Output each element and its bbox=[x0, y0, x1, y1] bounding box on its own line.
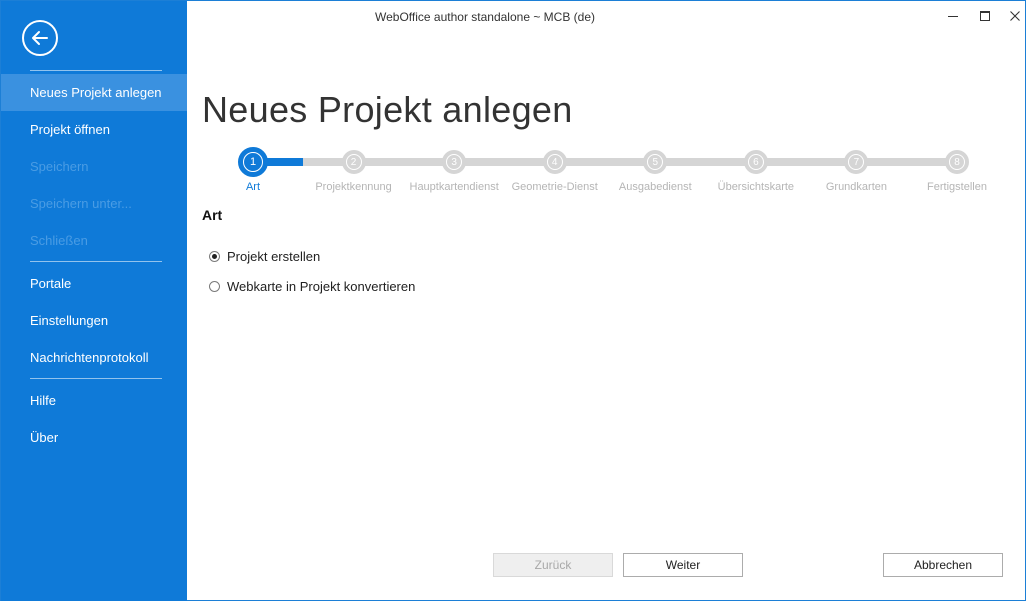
radio-button[interactable] bbox=[209, 250, 220, 262]
step-number: 1 bbox=[243, 152, 263, 172]
sidebar-item-schliessen: Schließen bbox=[30, 233, 88, 248]
step-number: 7 bbox=[848, 154, 865, 170]
step-number: 8 bbox=[949, 154, 965, 170]
step-7-label: Grundkarten bbox=[825, 181, 887, 193]
radio-button[interactable] bbox=[209, 280, 220, 292]
next-button[interactable]: Weiter bbox=[623, 553, 743, 577]
sidebar-item-speichern: Speichern bbox=[30, 159, 89, 174]
sidebar: Neues Projekt anlegen Projekt öffnen Spe… bbox=[1, 1, 187, 601]
step-8-label: Fertigstellen bbox=[927, 181, 987, 193]
option-webkarte-konvertieren[interactable]: Webkarte in Projekt konvertieren bbox=[209, 277, 415, 295]
step-number: 5 bbox=[647, 154, 664, 170]
step-3-label: Hauptkartendienst bbox=[409, 181, 499, 193]
radio-selected-dot bbox=[212, 253, 217, 259]
close-button[interactable] bbox=[1005, 7, 1025, 25]
back-arrow-button[interactable] bbox=[22, 20, 58, 56]
app-window: Neues Projekt anlegen Projekt öffnen Spe… bbox=[0, 0, 1026, 601]
step-6-circle: 6 bbox=[743, 150, 768, 174]
page-title: Neues Projekt anlegen bbox=[202, 89, 573, 130]
step-number: 4 bbox=[546, 154, 563, 170]
minimize-icon bbox=[948, 16, 958, 17]
step-number: 3 bbox=[446, 154, 463, 170]
sidebar-item-nachrichtenprotokoll[interactable]: Nachrichtenprotokoll bbox=[1, 339, 187, 376]
step-4-label: Geometrie-Dienst bbox=[511, 181, 598, 193]
minimize-button[interactable] bbox=[943, 7, 963, 25]
sidebar-item-neues-projekt[interactable]: Neues Projekt anlegen bbox=[1, 74, 187, 111]
step-7-circle: 7 bbox=[844, 150, 869, 174]
option-label: Projekt erstellen bbox=[227, 248, 321, 264]
sidebar-item-projekt-oeffnen[interactable]: Projekt öffnen bbox=[1, 111, 187, 148]
maximize-icon bbox=[980, 11, 990, 21]
back-button: Zurück bbox=[493, 553, 613, 577]
sidebar-item-speichern-unter: Speichern unter... bbox=[30, 196, 132, 211]
option-label: Webkarte in Projekt konvertieren bbox=[227, 278, 416, 294]
back-arrow-icon bbox=[32, 31, 48, 45]
step-3-circle: 3 bbox=[442, 150, 467, 174]
sidebar-separator bbox=[30, 261, 162, 262]
step-1-label: Art bbox=[245, 181, 261, 193]
option-projekt-erstellen[interactable]: Projekt erstellen bbox=[209, 247, 320, 265]
step-5-circle: 5 bbox=[643, 150, 668, 174]
maximize-button[interactable] bbox=[975, 7, 995, 25]
step-number: 2 bbox=[345, 154, 362, 170]
sidebar-item-hilfe[interactable]: Hilfe bbox=[1, 382, 187, 419]
sidebar-separator bbox=[30, 70, 162, 71]
step-1-circle: 1 bbox=[238, 147, 268, 177]
close-icon bbox=[1010, 11, 1020, 21]
step-5-label: Ausgabedienst bbox=[618, 181, 692, 193]
title-bar: WebOffice author standalone ~ MCB (de) bbox=[187, 1, 1025, 31]
step-2-label: Projektkennung bbox=[315, 181, 392, 193]
step-6-label: Übersichtskarte bbox=[717, 181, 795, 193]
window-title: WebOffice author standalone ~ MCB (de) bbox=[375, 10, 596, 24]
sidebar-item-ueber[interactable]: Über bbox=[1, 419, 187, 456]
step-2-circle: 2 bbox=[341, 150, 366, 174]
step-4-circle: 4 bbox=[542, 150, 567, 174]
cancel-button[interactable]: Abbrechen bbox=[883, 553, 1003, 577]
sidebar-separator bbox=[30, 378, 162, 379]
step-8-circle: 8 bbox=[945, 150, 969, 174]
section-title: Art bbox=[202, 207, 223, 223]
sidebar-item-einstellungen[interactable]: Einstellungen bbox=[1, 302, 187, 339]
sidebar-item-portale[interactable]: Portale bbox=[1, 265, 187, 302]
step-number: 6 bbox=[747, 154, 764, 170]
